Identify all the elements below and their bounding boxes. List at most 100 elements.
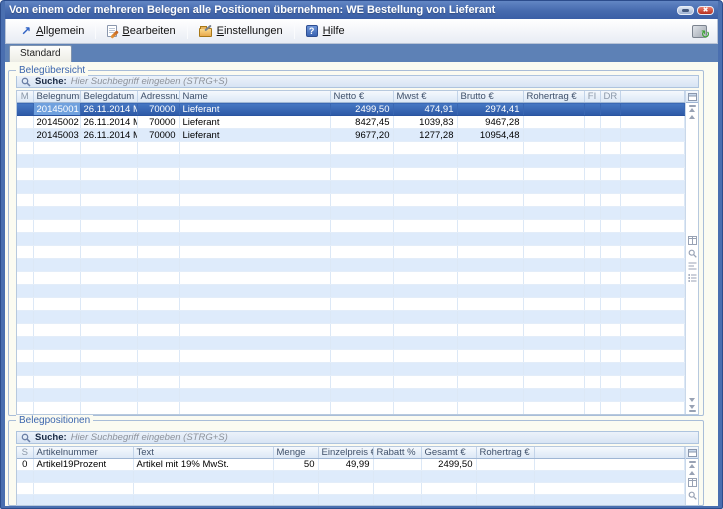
table-cell[interactable] [534,471,685,483]
table-cell[interactable] [17,272,33,285]
table-cell[interactable] [179,285,330,298]
table-cell[interactable] [523,246,584,259]
table-cell[interactable] [318,471,373,483]
table-row[interactable] [17,350,685,363]
table-cell[interactable] [137,194,179,207]
table-cell[interactable] [330,389,393,402]
table-cell[interactable] [620,194,685,207]
table-cell[interactable] [600,402,620,415]
table-cell[interactable] [620,116,685,129]
table-cell[interactable] [457,298,523,311]
table-cell[interactable]: 2499,50 [330,103,393,116]
table-cell[interactable] [393,311,457,324]
table-cell[interactable] [457,259,523,272]
table-cell[interactable] [584,129,600,142]
table-cell[interactable] [330,207,393,220]
table-cell[interactable] [33,246,80,259]
table-cell[interactable] [620,129,685,142]
table-row[interactable] [17,324,685,337]
table-cell[interactable] [600,181,620,194]
table-cell[interactable]: 20145001 [33,103,80,116]
search-icon[interactable] [688,249,697,258]
table-cell[interactable] [393,376,457,389]
table-cell[interactable] [330,233,393,246]
column-header[interactable]: Adressnumm [137,91,179,103]
table-cell[interactable] [584,142,600,155]
table-cell[interactable] [620,259,685,272]
table-cell[interactable] [457,350,523,363]
table-cell[interactable] [33,311,80,324]
table-cell[interactable] [330,259,393,272]
table-cell[interactable] [523,142,584,155]
table-cell[interactable] [421,495,476,507]
table-cell[interactable] [33,285,80,298]
tab-standard[interactable]: Standard [9,45,72,62]
table-cell[interactable] [457,155,523,168]
table-cell[interactable] [17,220,33,233]
column-layout-icon[interactable] [688,236,697,245]
table-cell[interactable] [523,311,584,324]
table-cell[interactable] [330,142,393,155]
table-cell[interactable] [584,402,600,415]
table-cell[interactable] [620,168,685,181]
table-row[interactable] [17,207,685,220]
table-cell[interactable] [179,376,330,389]
table-cell[interactable]: 2974,41 [457,103,523,116]
table-row[interactable] [17,376,685,389]
table-cell[interactable] [17,259,33,272]
table-cell[interactable] [457,272,523,285]
table-cell[interactable] [584,285,600,298]
table-row[interactable] [17,285,685,298]
table-cell[interactable] [393,272,457,285]
table-cell[interactable] [600,233,620,246]
table-cell[interactable] [80,272,137,285]
table-cell[interactable] [600,116,620,129]
table-cell[interactable] [33,389,80,402]
column-header[interactable]: Belegdatum [80,91,137,103]
table-cell[interactable] [17,168,33,181]
table-cell[interactable] [330,350,393,363]
table-cell[interactable] [179,168,330,181]
table-cell[interactable] [179,194,330,207]
table-cell[interactable] [620,142,685,155]
table-cell[interactable] [330,155,393,168]
table-cell[interactable] [584,298,600,311]
table-cell[interactable] [137,337,179,350]
table-cell[interactable] [620,233,685,246]
table-cell[interactable] [584,168,600,181]
table-cell[interactable] [330,272,393,285]
table-cell[interactable] [600,337,620,350]
table-cell[interactable] [330,181,393,194]
table-cell[interactable] [80,402,137,415]
table-cell[interactable] [476,459,534,471]
table-cell[interactable] [393,194,457,207]
table-cell[interactable] [179,246,330,259]
table-cell[interactable]: 474,91 [393,103,457,116]
table-cell[interactable] [476,495,534,507]
table-row[interactable] [17,155,685,168]
table-cell[interactable] [80,207,137,220]
list-detail-icon[interactable] [688,262,697,270]
table-cell[interactable] [137,350,179,363]
table-row[interactable]: 2014500226.11.2014 Mi70000Lieferant8427,… [17,116,685,129]
table-cell[interactable] [620,207,685,220]
table-cell[interactable]: 70000 [137,116,179,129]
table-cell[interactable]: Lieferant [179,116,330,129]
table-cell[interactable]: 1277,28 [393,129,457,142]
table-cell[interactable]: 0 [17,459,33,471]
table-cell[interactable] [600,155,620,168]
table-cell[interactable] [80,155,137,168]
table-cell[interactable] [600,246,620,259]
menu-allgemein[interactable]: ↗ Allgemein [12,23,93,39]
table-cell[interactable] [80,220,137,233]
scroll-to-top-icon[interactable] [689,105,696,112]
table-row[interactable] [17,311,685,324]
table-cell[interactable] [17,337,33,350]
table-cell[interactable] [33,298,80,311]
table-cell[interactable] [179,259,330,272]
table-cell[interactable] [393,402,457,415]
table-cell[interactable] [600,376,620,389]
table-cell[interactable] [17,363,33,376]
table-cell[interactable] [33,272,80,285]
table-cell[interactable] [620,298,685,311]
